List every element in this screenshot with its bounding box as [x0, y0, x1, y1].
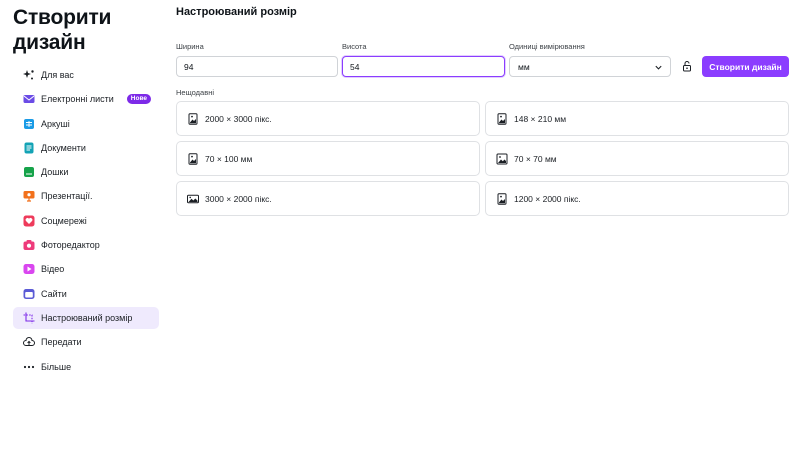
sidebar-item-label: Сайти: [41, 288, 67, 299]
chevron-down-icon: [655, 65, 662, 70]
units-label: Одиниці вимірювання: [509, 42, 585, 51]
recent-item-label: 148 × 210 мм: [514, 113, 567, 124]
sidebar-item-label: Настроюваний розмір: [41, 312, 133, 323]
sidebar-item-label: Документи: [41, 142, 86, 153]
website-icon: [23, 288, 35, 300]
camera-icon: [23, 239, 35, 251]
portrait-image-icon: [187, 152, 199, 165]
lock-aspect-ratio-icon[interactable]: [682, 60, 692, 72]
app-title: Створити дизайн: [13, 5, 111, 55]
landscape-image-icon: [187, 193, 199, 205]
new-badge: Нове: [126, 94, 151, 105]
units-select[interactable]: мм: [509, 56, 671, 77]
sidebar-item-video[interactable]: Відео: [13, 258, 159, 280]
sidebar-item-photo-editor[interactable]: Фоторедактор: [13, 234, 159, 256]
recent-item-label: 70 × 70 мм: [514, 153, 557, 164]
height-input[interactable]: [342, 56, 505, 77]
sidebar-item-label: Більше: [41, 361, 72, 372]
units-value: мм: [518, 61, 530, 72]
square-image-icon: [496, 153, 508, 165]
sidebar-item-emails[interactable]: Електронні листи Нове: [13, 88, 159, 110]
docs-icon: [23, 142, 35, 154]
sidebar: Створити дизайн Для вас Електронні листи…: [0, 0, 168, 473]
sidebar-item-whiteboards[interactable]: Дошки: [13, 161, 159, 183]
sidebar-item-label: Соцмережі: [41, 215, 87, 226]
page-title: Настроюваний розмір: [176, 6, 297, 18]
sidebar-item-label: Фоторедактор: [41, 240, 100, 251]
sidebar-item-presentations[interactable]: Презентації.: [13, 185, 159, 207]
portrait-image-icon: [496, 112, 508, 125]
sidebar-item-label: Електронні листи: [41, 94, 114, 105]
custom-size-icon: [23, 312, 35, 324]
custom-size-panel: Настроюваний розмір Ширина Висота Одиниц…: [176, 0, 790, 473]
recent-label: Нещодавні: [176, 88, 215, 97]
width-label: Ширина: [176, 42, 204, 51]
height-label: Висота: [342, 42, 367, 51]
email-icon: [23, 93, 35, 105]
recent-item[interactable]: 148 × 210 мм: [485, 101, 789, 136]
recent-item[interactable]: 3000 × 2000 пікс.: [176, 181, 480, 216]
sidebar-item-label: Передати: [41, 337, 82, 348]
recent-item[interactable]: 70 × 70 мм: [485, 141, 789, 176]
sidebar-item-label: Дошки: [41, 167, 69, 178]
sidebar-item-label: Відео: [41, 264, 65, 275]
presentation-icon: [23, 190, 35, 203]
recent-grid: 2000 × 3000 пікс. 148 × 210 мм 70 × 100 …: [176, 101, 789, 216]
recent-item-label: 2000 × 3000 пікс.: [205, 113, 272, 124]
sidebar-item-custom-size[interactable]: Настроюваний розмір: [13, 306, 159, 329]
recent-item-label: 70 × 100 мм: [205, 153, 253, 164]
sheets-icon: [23, 118, 35, 130]
sidebar-item-social[interactable]: Соцмережі: [13, 210, 159, 232]
app-title-line2: дизайн: [13, 31, 86, 54]
app-title-line1: Створити: [13, 6, 112, 29]
sidebar-item-label: Для вас: [41, 70, 74, 80]
sidebar-item-upload[interactable]: Передати: [13, 331, 159, 353]
sidebar-item-for-you[interactable]: Для вас: [13, 64, 159, 86]
sidebar-item-websites[interactable]: Сайти: [13, 283, 159, 305]
more-icon: [23, 361, 35, 373]
sparkle-icon: [23, 69, 35, 81]
sidebar-item-more[interactable]: Більше: [13, 356, 159, 378]
create-design-button[interactable]: Створити дизайн: [702, 56, 789, 77]
sidebar-item-sheets[interactable]: Аркуші: [13, 113, 159, 135]
recent-item[interactable]: 1200 × 2000 пікс.: [485, 181, 789, 216]
recent-item-label: 1200 × 2000 пікс.: [514, 193, 581, 204]
sidebar-item-label: Аркуші: [41, 118, 70, 129]
width-input[interactable]: [176, 56, 338, 77]
recent-item[interactable]: 70 × 100 мм: [176, 141, 480, 176]
portrait-image-icon: [496, 192, 508, 205]
sidebar-item-label: Презентації.: [41, 191, 93, 202]
sidebar-item-docs[interactable]: Документи: [13, 137, 159, 159]
whiteboard-icon: [23, 166, 35, 178]
recent-item-label: 3000 × 2000 пікс.: [205, 193, 272, 204]
upload-cloud-icon: [23, 336, 35, 348]
sidebar-nav: Для вас Електронні листи Нове Аркуші Док…: [13, 64, 159, 380]
portrait-image-icon: [187, 112, 199, 125]
video-icon: [23, 263, 35, 275]
recent-item[interactable]: 2000 × 3000 пікс.: [176, 101, 480, 136]
heart-icon: [23, 215, 35, 227]
